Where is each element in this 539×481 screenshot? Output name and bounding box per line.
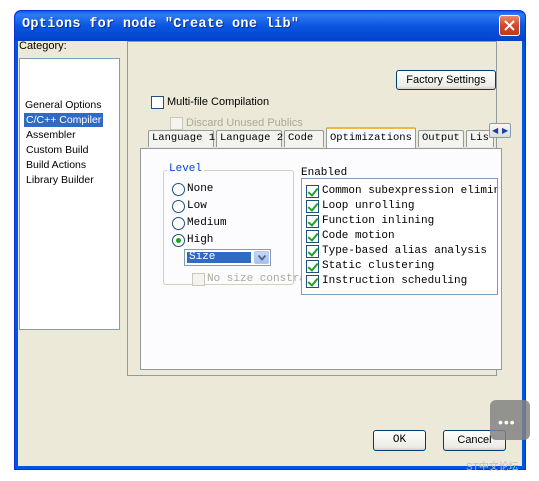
title-bar[interactable]: Options for node "Create one lib" bbox=[15, 11, 525, 41]
level-high-radio[interactable] bbox=[172, 234, 185, 247]
list-item-label: Instruction scheduling bbox=[322, 275, 468, 287]
type-based-alias-checkbox[interactable] bbox=[306, 245, 319, 258]
watermark-logo: ••• bbox=[490, 400, 530, 440]
list-item-label: Code motion bbox=[322, 230, 395, 242]
category-label: Category: bbox=[19, 40, 67, 52]
chevron-right-icon[interactable]: ▶ bbox=[502, 125, 508, 136]
level-low-label: Low bbox=[187, 200, 207, 212]
tab-strip: Language 1 Language 2 Code Optimizations… bbox=[136, 127, 494, 148]
list-item-label: Function inlining bbox=[322, 215, 435, 227]
category-item-build-actions[interactable]: Build Actions bbox=[24, 158, 88, 172]
list-item-label: Loop unrolling bbox=[322, 200, 415, 212]
chat-bubble-icon: ••• bbox=[498, 414, 516, 430]
dropdown-button[interactable] bbox=[254, 251, 269, 264]
instruction-scheduling-checkbox[interactable] bbox=[306, 275, 319, 288]
close-icon bbox=[504, 20, 515, 31]
category-item-cpp-compiler[interactable]: C/C++ Compiler bbox=[24, 113, 104, 127]
optimization-goal-select[interactable]: Size bbox=[184, 249, 271, 266]
window-title: Options for node "Create one lib" bbox=[22, 17, 300, 32]
list-item-label: Type-based alias analysis bbox=[322, 245, 488, 257]
enabled-optimizations-list[interactable]: Common subexpression eliminatio Loop unr… bbox=[301, 178, 498, 295]
category-item-assembler[interactable]: Assembler bbox=[24, 128, 78, 142]
category-list[interactable]: General Options C/C++ Compiler Assembler… bbox=[19, 58, 120, 330]
chevron-down-icon bbox=[258, 255, 266, 261]
code-motion-checkbox[interactable] bbox=[306, 230, 319, 243]
level-legend: Level bbox=[167, 163, 205, 175]
no-size-constraints-checkbox[interactable] bbox=[192, 273, 205, 286]
level-none-label: None bbox=[187, 183, 214, 195]
function-inlining-checkbox[interactable] bbox=[306, 215, 319, 228]
list-item-label: Common subexpression eliminatio bbox=[322, 185, 497, 197]
category-item-custom-build[interactable]: Custom Build bbox=[24, 143, 90, 157]
loop-unrolling-checkbox[interactable] bbox=[306, 200, 319, 213]
chevron-left-icon[interactable]: ◀ bbox=[492, 125, 498, 136]
common-subexpression-checkbox[interactable] bbox=[306, 185, 319, 198]
close-button[interactable] bbox=[499, 15, 520, 36]
tab-output[interactable]: Output bbox=[418, 130, 464, 147]
list-item-label: Static clustering bbox=[322, 260, 435, 272]
level-medium-radio[interactable] bbox=[172, 217, 185, 230]
level-high-label: High bbox=[187, 234, 214, 246]
multifile-compilation-checkbox[interactable] bbox=[151, 96, 164, 109]
no-size-constraints-label: No size constra bbox=[207, 273, 307, 285]
tab-optimizations[interactable]: Optimizations bbox=[326, 127, 416, 148]
multifile-compilation-label: Multi-file Compilation bbox=[167, 96, 270, 108]
static-clustering-checkbox[interactable] bbox=[306, 260, 319, 273]
tab-language-2[interactable]: Language 2 bbox=[216, 130, 283, 147]
select-value: Size bbox=[187, 252, 251, 263]
category-item-library-builder[interactable]: Library Builder bbox=[24, 173, 96, 187]
level-none-radio[interactable] bbox=[172, 183, 185, 196]
tab-scroll-buttons[interactable]: ◀ ▶ bbox=[489, 123, 511, 138]
category-item-general-options[interactable]: General Options bbox=[23, 98, 103, 112]
watermark-text: ST中文论坛 bbox=[466, 462, 519, 473]
ok-button[interactable]: OK bbox=[373, 430, 426, 451]
factory-settings-button[interactable]: Factory Settings bbox=[396, 70, 496, 90]
level-medium-label: Medium bbox=[187, 217, 227, 229]
tab-code[interactable]: Code bbox=[284, 130, 324, 147]
level-low-radio[interactable] bbox=[172, 200, 185, 213]
tab-language-1[interactable]: Language 1 bbox=[148, 130, 215, 147]
